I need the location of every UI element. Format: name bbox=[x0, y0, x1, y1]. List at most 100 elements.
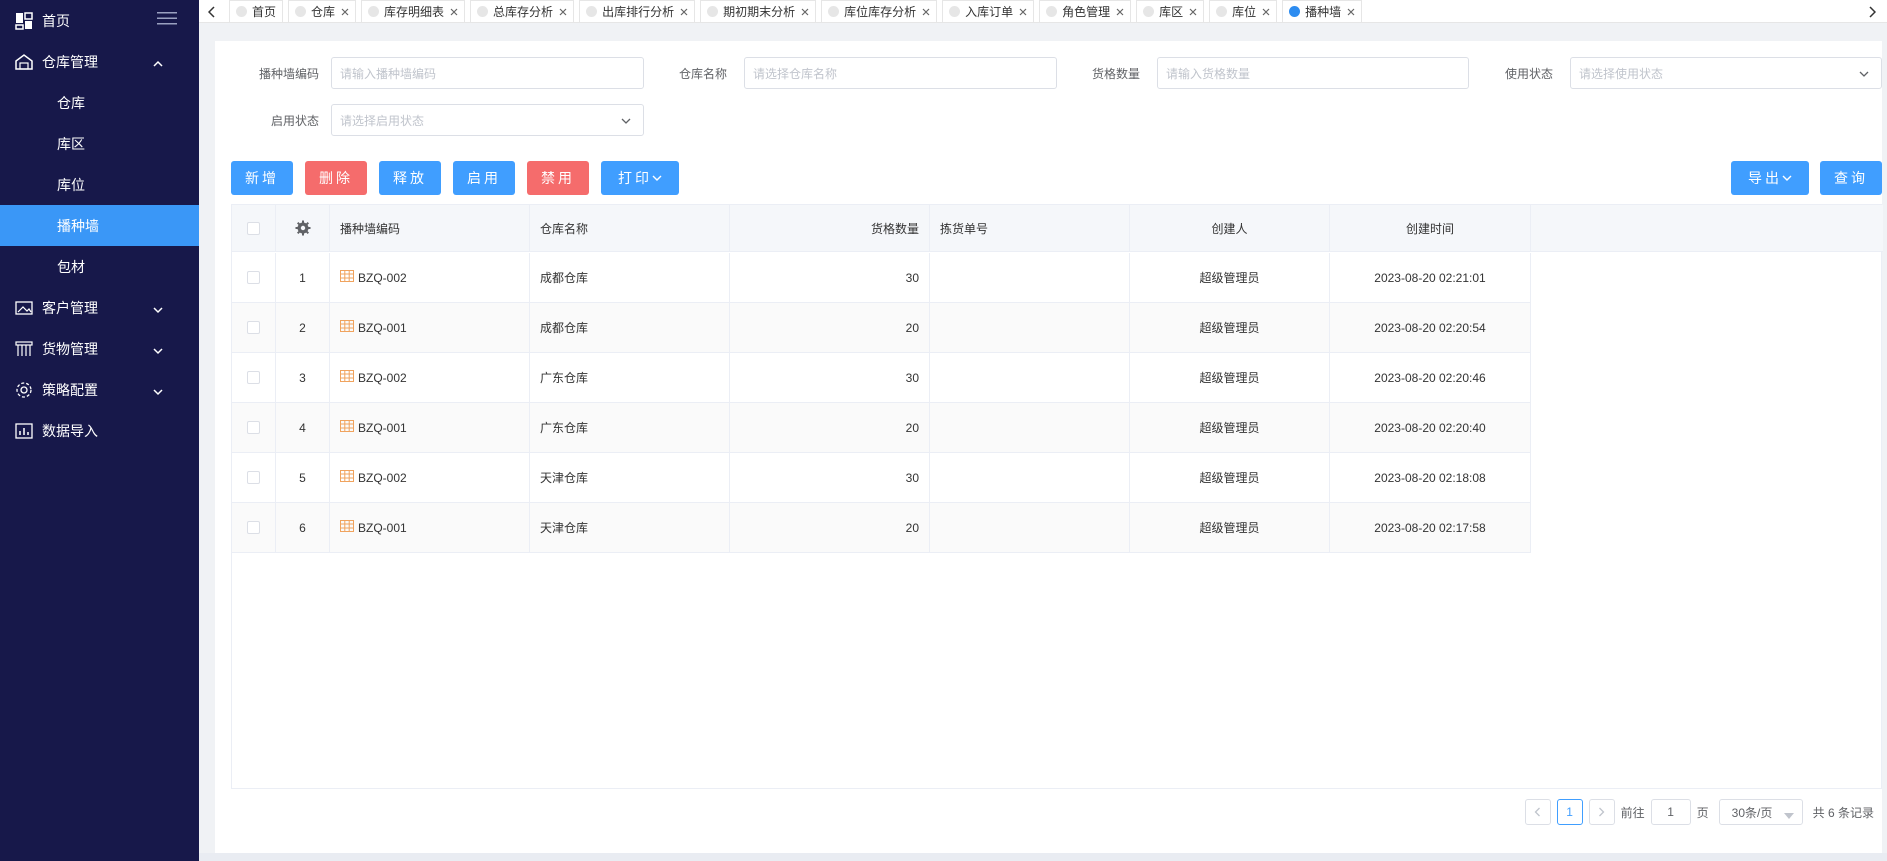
gear-icon[interactable] bbox=[295, 220, 311, 236]
tab-1[interactable]: 仓库 bbox=[288, 0, 357, 23]
cell-qty: 20 bbox=[730, 503, 930, 552]
table-row[interactable]: 1 BZQ-002 成都仓库 30 超级管理员 2023-08-20 02:21:01 bbox=[232, 253, 1531, 303]
cell-pick-no bbox=[930, 303, 1130, 352]
tab-6[interactable]: 库位库存分析 bbox=[821, 0, 938, 23]
tab-scroll-right-icon[interactable] bbox=[1861, 0, 1883, 23]
header-warehouse: 仓库名称 bbox=[530, 205, 730, 251]
row-checkbox[interactable] bbox=[247, 271, 260, 284]
next-page-icon[interactable] bbox=[1588, 799, 1615, 825]
cell-creator-text: 超级管理员 bbox=[1199, 321, 1260, 335]
query-button[interactable]: 查询 bbox=[1820, 161, 1882, 195]
cell-qty-text: 30 bbox=[905, 270, 919, 285]
sidebar-item-packaging[interactable]: 包材 bbox=[0, 246, 199, 287]
menu-goods-mgmt[interactable]: 货物管理 bbox=[0, 328, 199, 369]
cell-index: 5 bbox=[276, 453, 330, 502]
tab-8[interactable]: 角色管理 bbox=[1039, 0, 1132, 23]
release-button[interactable]: 释放 bbox=[379, 161, 441, 195]
tab-label: 库位库存分析 bbox=[844, 5, 917, 19]
row-checkbox[interactable] bbox=[247, 421, 260, 434]
menu-customer-mgmt[interactable]: 客户管理 bbox=[0, 287, 199, 328]
close-icon[interactable] bbox=[1347, 5, 1355, 19]
close-icon[interactable] bbox=[559, 5, 567, 19]
tab-10[interactable]: 库位 bbox=[1209, 0, 1278, 23]
tab-dot-icon bbox=[586, 6, 598, 17]
tab-3[interactable]: 总库存分析 bbox=[470, 0, 575, 23]
close-icon[interactable] bbox=[1116, 5, 1124, 19]
cell-code-text: BZQ-002 bbox=[358, 370, 407, 385]
table-row[interactable]: 2 BZQ-001 成都仓库 20 超级管理员 2023-08-20 02:20:54 bbox=[232, 303, 1531, 353]
add-button[interactable]: 新增 bbox=[231, 161, 293, 195]
tab-label: 库区 bbox=[1159, 5, 1184, 19]
hamburger-icon[interactable] bbox=[157, 10, 177, 29]
tab-9[interactable]: 库区 bbox=[1136, 0, 1205, 23]
close-icon[interactable] bbox=[801, 5, 809, 19]
close-icon[interactable] bbox=[922, 5, 930, 19]
cell-qty: 30 bbox=[730, 453, 930, 502]
sidebar-item-location[interactable]: 库位 bbox=[0, 164, 199, 205]
warehouse-select[interactable]: 请选择仓库名称 bbox=[744, 57, 1057, 89]
row-checkbox[interactable] bbox=[247, 471, 260, 484]
print-button[interactable]: 打印 bbox=[601, 161, 679, 195]
table-row[interactable]: 3 BZQ-002 广东仓库 30 超级管理员 2023-08-20 02:20:46 bbox=[232, 353, 1531, 403]
tab-label: 库位 bbox=[1232, 5, 1257, 19]
prev-page-icon[interactable] bbox=[1524, 799, 1551, 825]
tab-scroll-left-icon[interactable] bbox=[201, 0, 223, 23]
tab-5[interactable]: 期初期末分析 bbox=[700, 0, 817, 23]
delete-button[interactable]: 删除 bbox=[305, 161, 367, 195]
tab-0[interactable]: 首页 bbox=[229, 0, 284, 23]
tab-dot-icon bbox=[1216, 6, 1228, 17]
goto-page-input[interactable]: 1 bbox=[1650, 799, 1691, 825]
enable-button[interactable]: 启用 bbox=[453, 161, 515, 195]
caret-down-icon bbox=[1783, 808, 1794, 822]
page-size-select[interactable]: 30条/页 bbox=[1718, 799, 1803, 825]
menu-strategy-config[interactable]: 策略配置 bbox=[0, 369, 199, 410]
close-icon[interactable] bbox=[1019, 5, 1027, 19]
row-checkbox[interactable] bbox=[247, 321, 260, 334]
select-all-cell bbox=[232, 205, 276, 251]
close-icon[interactable] bbox=[1262, 5, 1270, 19]
cell-pick-no bbox=[930, 253, 1130, 302]
table-row[interactable]: 4 BZQ-001 广东仓库 20 超级管理员 2023-08-20 02:20:40 bbox=[232, 403, 1531, 453]
close-icon[interactable] bbox=[341, 5, 349, 19]
column-settings-cell bbox=[276, 205, 330, 251]
table-row[interactable]: 6 BZQ-001 天津仓库 20 超级管理员 2023-08-20 02:17:58 bbox=[232, 503, 1531, 553]
tab-7[interactable]: 入库订单 bbox=[942, 0, 1035, 23]
select-all-checkbox[interactable] bbox=[247, 221, 260, 235]
menu-data-import[interactable]: 数据导入 bbox=[0, 410, 199, 451]
tab-2[interactable]: 库存明细表 bbox=[361, 0, 466, 23]
menu-home[interactable]: 首页 bbox=[0, 0, 199, 41]
enable-status-select[interactable]: 请选择启用状态 bbox=[331, 104, 644, 136]
qty-input[interactable]: 请输入货格数量 bbox=[1157, 57, 1469, 89]
disable-button[interactable]: 禁用 bbox=[527, 161, 589, 195]
tab-dot-icon bbox=[1143, 6, 1155, 17]
sowing-wall-icon bbox=[340, 520, 354, 535]
export-button[interactable]: 导出 bbox=[1731, 161, 1809, 195]
cell-warehouse-text: 成都仓库 bbox=[540, 321, 589, 335]
code-input[interactable]: 请输入播种墙编码 bbox=[331, 57, 644, 89]
row-select-cell bbox=[232, 253, 276, 302]
menu-warehouse-mgmt[interactable]: 仓库管理 bbox=[0, 41, 199, 82]
cell-created-time: 2023-08-20 02:18:08 bbox=[1330, 453, 1531, 502]
table-row[interactable]: 5 BZQ-002 天津仓库 30 超级管理员 2023-08-20 02:18:08 bbox=[232, 453, 1531, 503]
cell-qty: 30 bbox=[730, 353, 930, 402]
row-checkbox[interactable] bbox=[247, 521, 260, 534]
sidebar-item-zone[interactable]: 库区 bbox=[0, 123, 199, 164]
cell-code: BZQ-001 bbox=[330, 503, 530, 552]
tab-4[interactable]: 出库排行分析 bbox=[579, 0, 696, 23]
page-number-current[interactable]: 1 bbox=[1556, 799, 1583, 825]
close-icon[interactable] bbox=[450, 5, 458, 19]
sidebar-item-warehouse[interactable]: 仓库 bbox=[0, 82, 199, 123]
cell-pick-no bbox=[930, 503, 1130, 552]
use-status-select[interactable]: 请选择使用状态 bbox=[1570, 57, 1882, 89]
cell-created-time-text: 2023-08-20 02:20:54 bbox=[1374, 320, 1486, 335]
tab-11[interactable]: 播种墙 bbox=[1282, 0, 1363, 23]
close-icon[interactable] bbox=[680, 5, 688, 19]
row-checkbox[interactable] bbox=[247, 371, 260, 384]
chevron-down-icon bbox=[153, 342, 163, 358]
cell-qty: 20 bbox=[730, 303, 930, 352]
close-icon[interactable] bbox=[1189, 5, 1197, 19]
sidebar-item-sowing-wall[interactable]: 播种墙 bbox=[0, 205, 199, 246]
cell-created-time: 2023-08-20 02:20:54 bbox=[1330, 303, 1531, 352]
export-button-label: 导出 bbox=[1748, 170, 1782, 186]
menu-customer-mgmt-label: 客户管理 bbox=[42, 299, 98, 316]
